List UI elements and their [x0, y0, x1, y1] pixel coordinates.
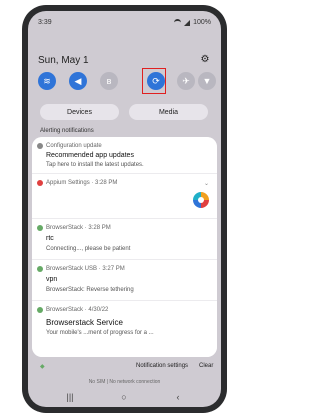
appium-logo: [193, 192, 209, 208]
network-status: No SIM | No network connection: [88, 379, 161, 385]
android-icon: ◆: [40, 364, 45, 370]
notification-title: rtc: [46, 235, 54, 242]
highlight-box: [142, 68, 166, 94]
chevron-down-icon[interactable]: ⌄: [204, 180, 209, 187]
wifi-icon: ≋: [43, 75, 51, 86]
appium-icon: [37, 180, 43, 186]
screen: 3:39 100% Sun, May 1 ⚙ ≋ ◀ ʙ ⟳ ✈ ▼ Devic…: [28, 11, 221, 407]
notification-app: Configuration update: [46, 143, 102, 149]
signal-icon: [184, 19, 191, 26]
quick-toggles: ≋ ◀ ʙ ⟳ ✈ ▼: [36, 68, 216, 98]
home-icon[interactable]: ○: [118, 391, 130, 403]
bluetooth-toggle[interactable]: ʙ: [100, 72, 118, 90]
notification-body: Tap here to install the latest updates.: [46, 162, 144, 168]
airplane-icon: ✈: [182, 75, 190, 86]
notification-app: BrowserStack · 3:28 PM: [46, 225, 111, 231]
status-bar: 3:39 100%: [38, 17, 211, 29]
notification-title: Browserstack Service: [46, 318, 123, 327]
notification-config[interactable]: Configuration update Recommended app upd…: [32, 137, 217, 174]
notification-app: BrowserStack · 4/30/22: [46, 307, 109, 313]
notification-settings-button[interactable]: Notification settings: [136, 363, 188, 369]
notification-panel: Configuration update Recommended app upd…: [32, 137, 217, 357]
airplane-toggle[interactable]: ✈: [177, 72, 195, 90]
back-icon[interactable]: ‹: [172, 391, 184, 403]
notification-app: BrowserStack USB · 3:27 PM: [46, 266, 125, 272]
section-label: Alerting notifications: [40, 128, 94, 134]
sound-toggle[interactable]: ◀: [69, 72, 87, 90]
flashlight-icon: ▼: [202, 76, 212, 86]
devices-button[interactable]: Devices: [40, 104, 119, 120]
volume-icon: ◀: [74, 75, 82, 86]
clear-button[interactable]: Clear: [199, 363, 213, 369]
nav-bar: ||| ○ ‹: [28, 391, 221, 405]
notification-footer: ◆ Notification settings Clear: [32, 361, 217, 371]
notification-body: Connecting..., please be patient: [46, 246, 131, 252]
notification-app: Appium Settings · 3:28 PM: [46, 180, 118, 186]
panel-tabs: Devices Media: [40, 104, 208, 120]
notification-vpn[interactable]: BrowserStack USB · 3:27 PM vpn BrowserSt…: [32, 260, 217, 301]
android-icon: [37, 266, 43, 272]
media-button[interactable]: Media: [129, 104, 208, 120]
notification-rtc[interactable]: BrowserStack · 3:28 PM rtc Connecting...…: [32, 219, 217, 260]
wifi-toggle[interactable]: ≋: [38, 72, 56, 90]
status-time: 3:39: [38, 19, 52, 26]
bluetooth-icon: ʙ: [106, 76, 112, 86]
phone-frame: 3:39 100% Sun, May 1 ⚙ ≋ ◀ ʙ ⟳ ✈ ▼ Devic…: [22, 5, 227, 413]
gear-icon[interactable]: ⚙: [200, 55, 210, 65]
config-icon: [37, 143, 43, 149]
notification-title: Recommended app updates: [46, 152, 134, 159]
notification-service[interactable]: BrowserStack · 4/30/22 Browserstack Serv…: [32, 301, 217, 357]
status-icons: 100%: [174, 19, 211, 26]
notification-body: BrowserStack: Reverse tethering: [46, 287, 134, 293]
notification-appium[interactable]: Appium Settings · 3:28 PM ⌄: [32, 174, 217, 219]
flashlight-toggle[interactable]: ▼: [198, 72, 216, 90]
notification-title: vpn: [46, 276, 58, 283]
android-icon: [37, 225, 43, 231]
date-label: Sun, May 1: [38, 55, 89, 66]
battery-text: 100%: [193, 19, 211, 26]
date-row: Sun, May 1 ⚙: [38, 55, 210, 69]
notification-body: Your mobile's ...ment of progress for a …: [46, 330, 154, 336]
recents-icon[interactable]: |||: [64, 391, 76, 403]
android-icon: [37, 307, 43, 313]
wifi-status-icon: [174, 19, 182, 26]
